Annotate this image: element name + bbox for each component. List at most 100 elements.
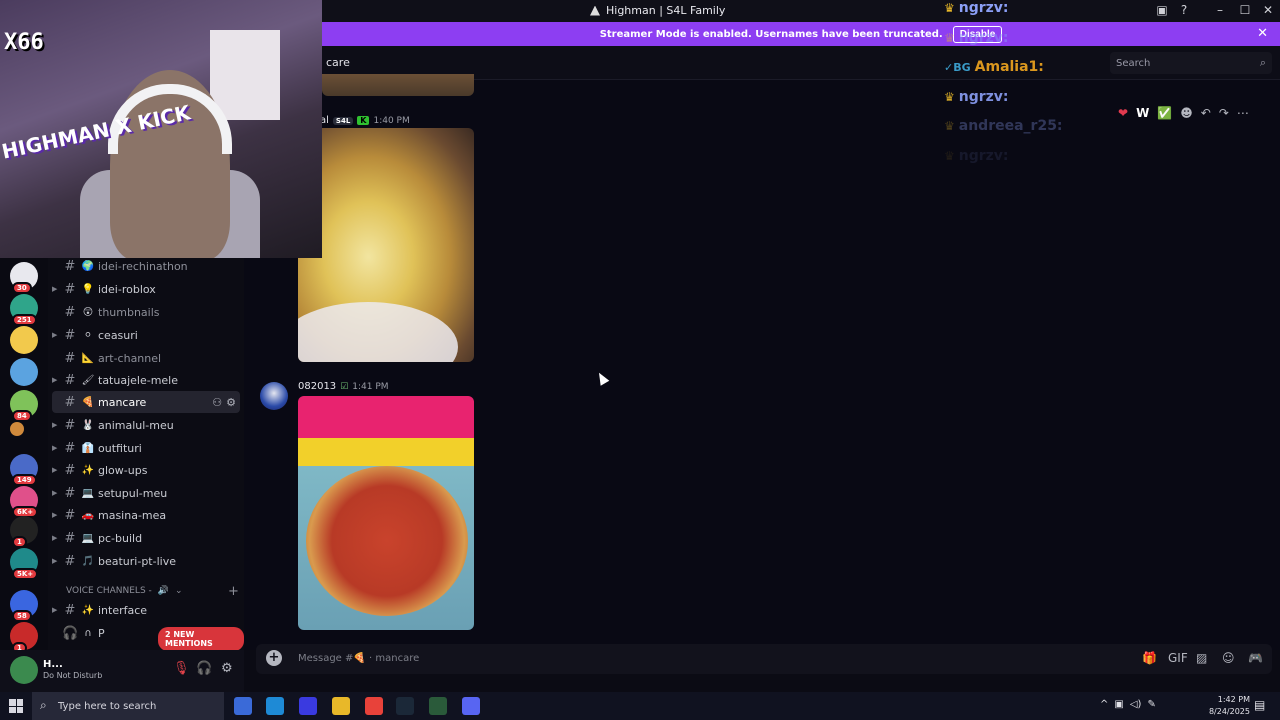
channel-item[interactable]: ▶ # ✨ glow-ups [52, 459, 240, 481]
search-input[interactable]: Search ⌕ [1110, 52, 1272, 74]
hash-icon: # [64, 394, 76, 410]
windows-start-icon[interactable] [9, 699, 23, 713]
volume-icon[interactable]: ◁) [1130, 699, 1142, 710]
server-icon[interactable]: 5K+ [10, 548, 39, 580]
hash-icon: # [64, 417, 76, 433]
server-icon[interactable]: 30 [10, 262, 38, 294]
user-settings-icon[interactable]: ⚙ [221, 661, 233, 676]
emoji-icon[interactable]: ☺ [1222, 651, 1235, 665]
gift-icon[interactable]: 🎁 [1142, 651, 1157, 665]
gif-icon[interactable]: GIF [1168, 651, 1188, 665]
help-icon[interactable]: ? [1172, 3, 1196, 17]
w-reaction-icon[interactable]: W [1136, 106, 1149, 120]
excel-icon[interactable] [429, 697, 447, 715]
channel-item[interactable]: ▶ # 💻 pc-build [52, 527, 240, 549]
app-logo-icon [590, 5, 600, 16]
taskbar-search[interactable]: ⌕ Type here to search [32, 692, 224, 720]
add-channel-icon[interactable]: + [228, 584, 239, 599]
sticker-icon[interactable]: ▨ [1196, 651, 1207, 665]
channel-item[interactable]: ▶ # 💻 setupul-meu [52, 482, 240, 504]
message-image-food[interactable] [298, 128, 474, 362]
channel-item[interactable]: ▶ # 💡 idei-roblox [52, 278, 240, 300]
channel-item[interactable]: ▶ # 🐰 animalul-meu [52, 414, 240, 436]
message-input-placeholder[interactable]: Message #🍕 · mancare [298, 653, 419, 664]
more-options-icon[interactable]: ⋯ [1237, 106, 1249, 120]
hash-icon: # [64, 530, 76, 546]
channel-label: mancare [98, 395, 147, 409]
channel-item[interactable]: ▶ # 👔 outfituri [52, 437, 240, 459]
server-icon[interactable]: 6K+ [10, 486, 39, 518]
reply-icon[interactable]: ↶ [1201, 106, 1211, 120]
file-explorer-icon[interactable] [332, 697, 350, 715]
banner-text: Streamer Mode is enabled. Usernames have… [599, 28, 943, 40]
server-icon[interactable]: 84 [10, 390, 38, 422]
pen-icon[interactable]: ✎ [1147, 699, 1155, 710]
maximize-button[interactable]: ☐ [1233, 3, 1257, 17]
heart-reaction-icon[interactable]: ❤ [1118, 106, 1128, 120]
server-icon[interactable] [10, 326, 38, 354]
chevron-up-icon[interactable]: ^ [1100, 699, 1108, 710]
overlay-chat-user: Amalia1: [974, 59, 1044, 75]
channel-item[interactable]: ▶ # 🎵 beaturi-pt-live [52, 550, 240, 572]
message-image-partial[interactable] [322, 74, 474, 96]
system-tray: ^ ▣ ◁) ✎ [1100, 699, 1156, 710]
attach-icon[interactable]: + [266, 650, 282, 666]
server-icon[interactable]: 251 [10, 294, 38, 326]
avatar[interactable] [260, 382, 288, 410]
channel-item-mancare[interactable]: # 🍕 mancare ⚇ ⚙ [52, 391, 240, 413]
close-window-button[interactable]: ✕ [1256, 3, 1280, 17]
edge-icon[interactable] [266, 697, 284, 715]
server-icon[interactable]: 58 [10, 590, 38, 622]
server-icon[interactable]: 1 [10, 516, 38, 548]
crown-icon: ♛ [944, 31, 955, 45]
server-badge: 30 [12, 282, 32, 294]
copilot-icon[interactable] [299, 697, 317, 715]
banner-close-icon[interactable]: ✕ [1257, 26, 1268, 41]
webcam-window [210, 30, 280, 120]
channel-item[interactable]: # 📐 art-channel [52, 347, 240, 369]
message-image-pizza[interactable] [298, 396, 474, 630]
steam-icon[interactable] [396, 697, 414, 715]
server-icon[interactable]: 1 [10, 622, 38, 654]
browser-icon[interactable] [365, 697, 383, 715]
check-reaction-icon[interactable]: ✅ [1157, 106, 1172, 120]
minimize-button[interactable]: – [1208, 3, 1232, 17]
channel-item[interactable]: ▶ # ⚪ ceasuri [52, 324, 240, 346]
channel-item[interactable]: # 😲 thumbnails [52, 301, 240, 323]
message-composer[interactable]: + Message #🍕 · mancare 🎁 GIF ▨ ☺ 🎮 [256, 644, 1272, 674]
discord-icon[interactable] [462, 697, 480, 715]
apps-icon[interactable]: 🎮 [1248, 651, 1263, 665]
channel-emoji: ✨ [81, 464, 95, 476]
message-author[interactable]: 082013 [298, 381, 336, 392]
channel-item[interactable]: ▶ # 🚗 masina-mea [52, 504, 240, 526]
channel-header-name: care [326, 56, 350, 69]
notifications-icon[interactable]: ▤ [1254, 698, 1265, 712]
overlay-chat-line: ♛ ngrzv: [944, 89, 1009, 105]
avatar[interactable] [10, 656, 38, 684]
taskbar-clock[interactable]: 1:42 PM 8/24/2025 [1209, 694, 1250, 718]
server-icon[interactable] [10, 422, 24, 436]
add-member-icon[interactable]: ⚇ [212, 396, 222, 409]
message-list[interactable]: al S4L K 1:40 PM 082013 ☑ 1:41 PM [244, 74, 1280, 650]
monitor-icon[interactable]: ▣ [1150, 3, 1174, 17]
chevron-right-icon: ▶ [52, 285, 58, 293]
mute-icon[interactable]: 🎙 [173, 661, 190, 676]
server-icon[interactable]: 149 [10, 454, 38, 486]
channel-item[interactable]: ▶ # ✨ interface [52, 599, 240, 621]
deafen-icon[interactable]: 🎧 [196, 661, 212, 676]
server-icon[interactable] [10, 358, 38, 386]
network-icon[interactable]: ▣ [1114, 699, 1123, 710]
channel-item[interactable]: ▶ # 🖌 tatuajele-mele [52, 369, 240, 391]
channel-item[interactable]: # 🌍 idei-rechinathon [52, 255, 240, 277]
forward-icon[interactable]: ↷ [1219, 106, 1229, 120]
channel-emoji: 🖌 [81, 374, 95, 386]
channel-label: idei-rechinathon [98, 259, 188, 273]
settings-icon[interactable]: ⚙ [226, 396, 236, 409]
chevron-right-icon: ▶ [52, 511, 58, 519]
user-name[interactable]: H... [43, 659, 63, 670]
voice-channels-header[interactable]: VOICE CHANNELS - 🔊 ⌄ [66, 586, 183, 596]
new-mentions-pill[interactable]: 2 NEW MENTIONS [158, 627, 244, 651]
hash-icon: # [64, 304, 76, 320]
add-reaction-icon[interactable]: ☻ [1180, 106, 1193, 120]
task-view-icon[interactable] [234, 697, 252, 715]
